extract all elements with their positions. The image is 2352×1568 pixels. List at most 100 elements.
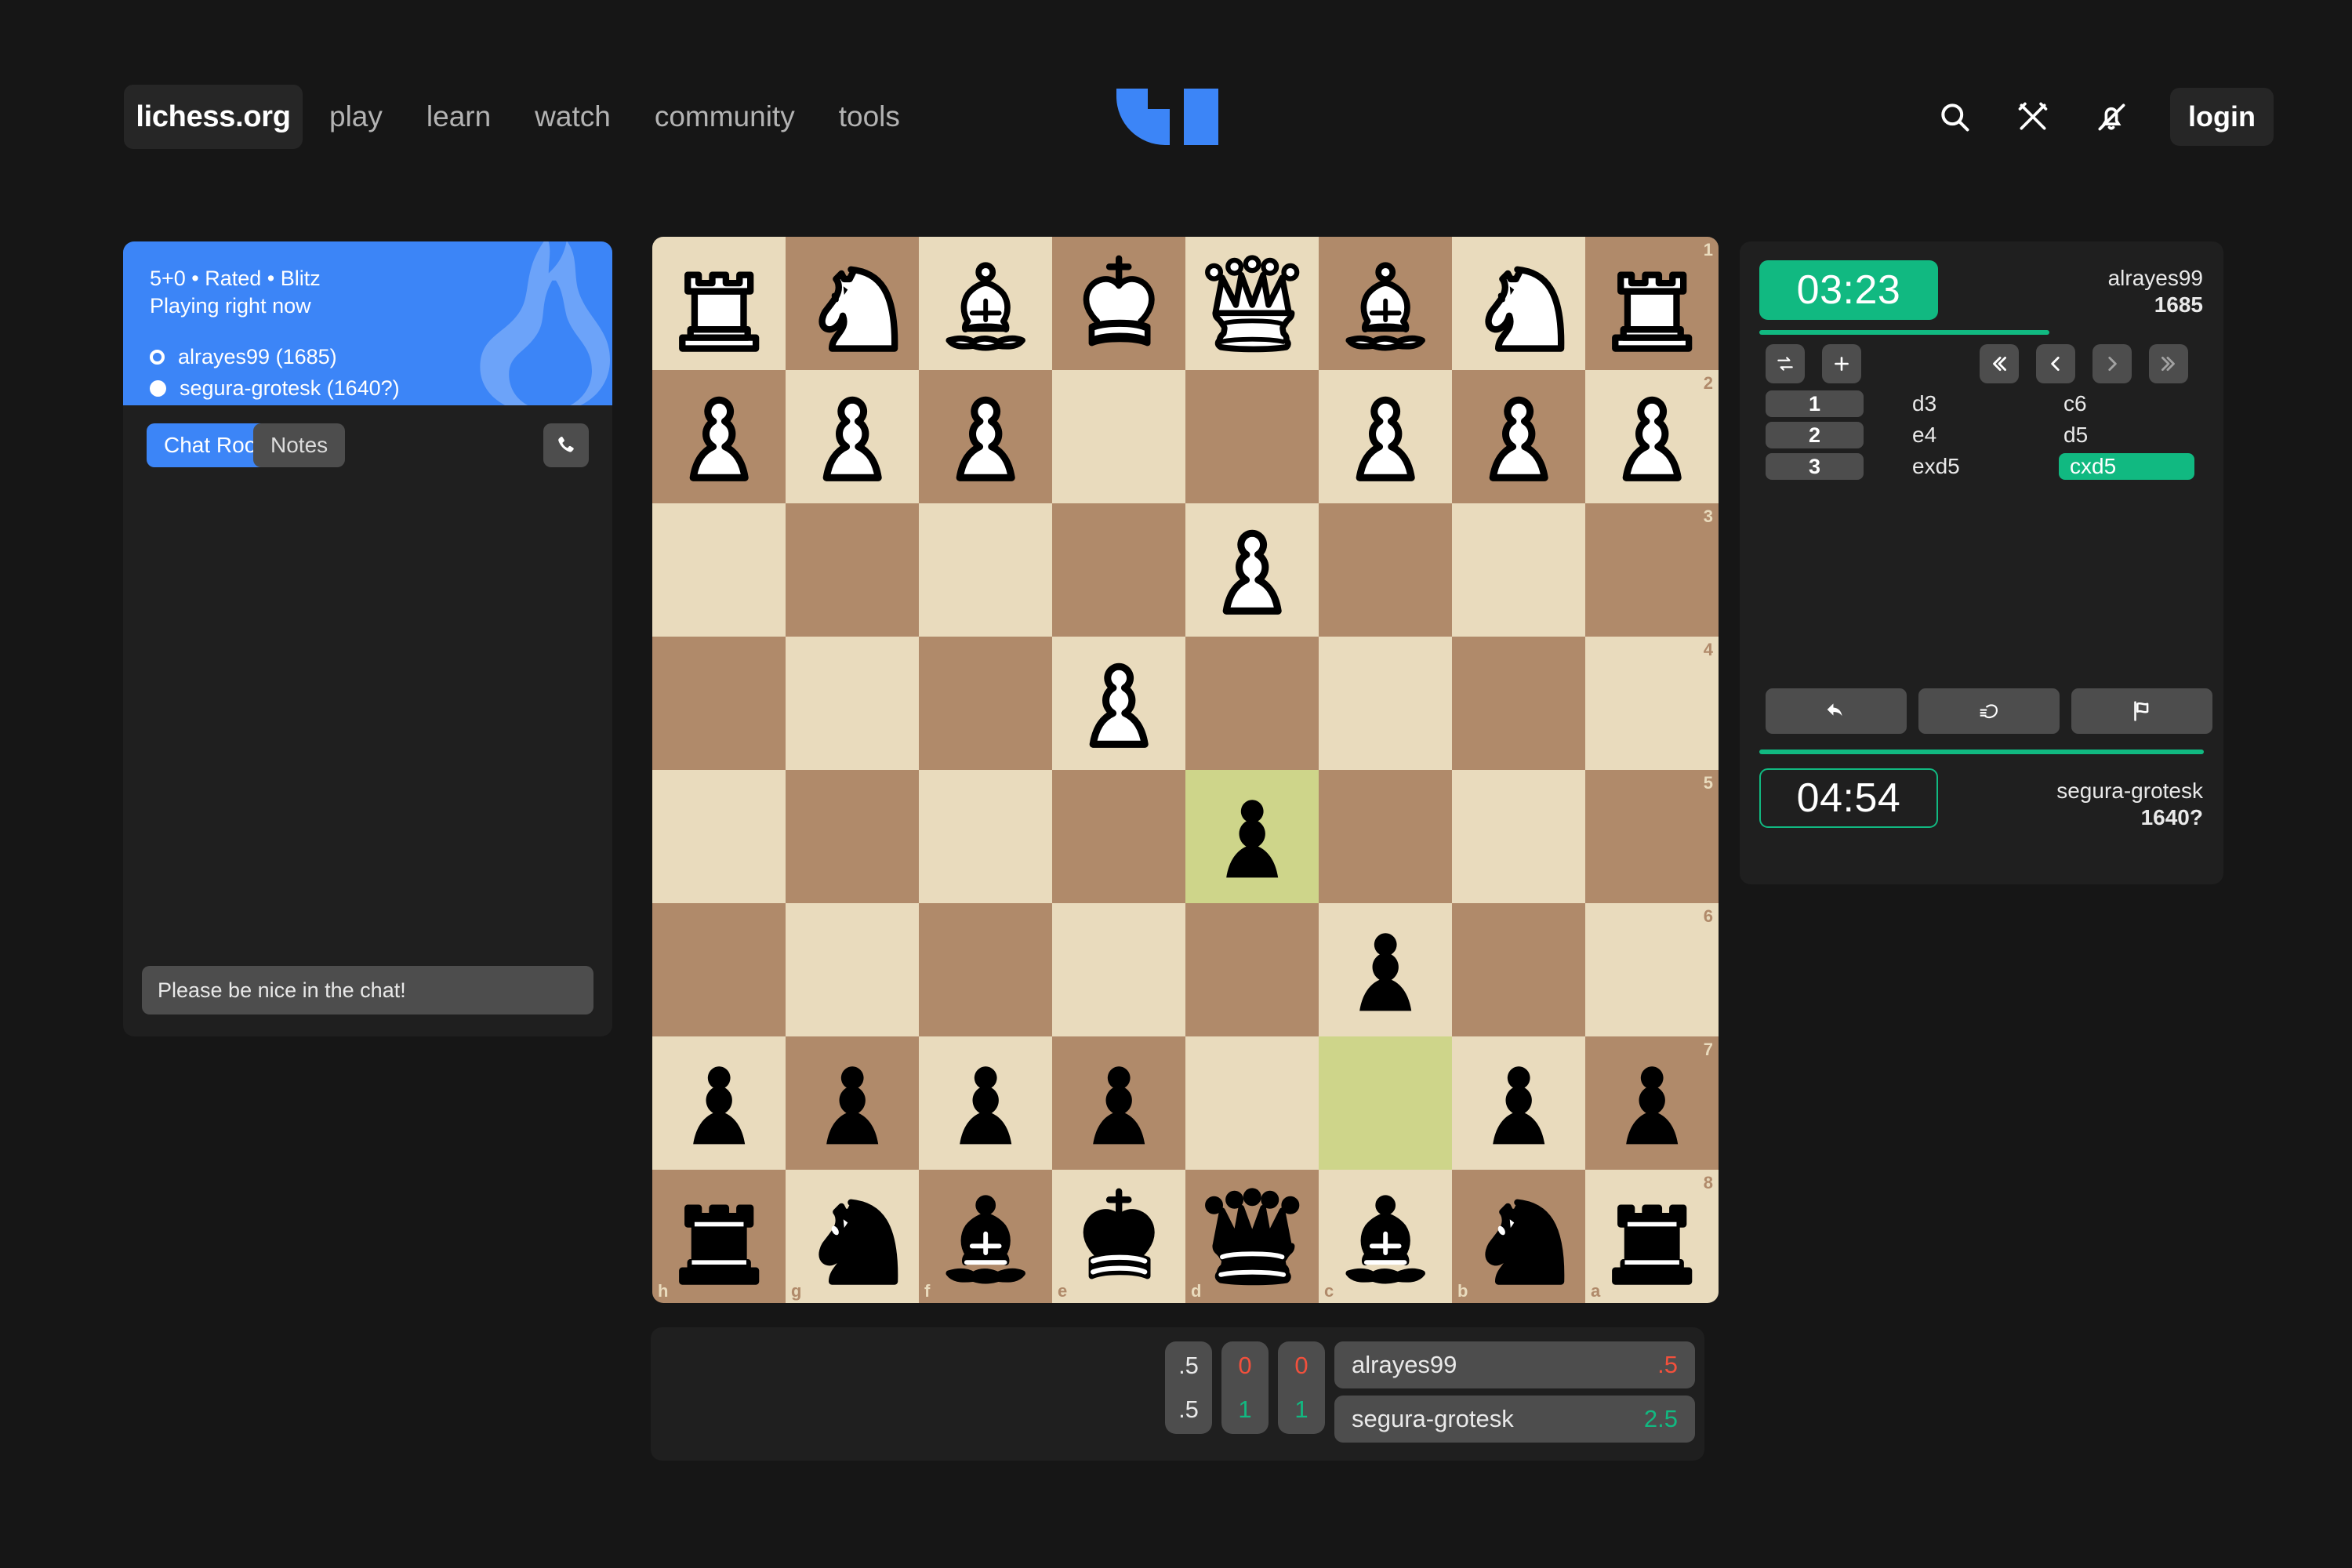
brand-logo-button[interactable]: lichess.org [124, 85, 303, 149]
board-square-d1[interactable] [1185, 237, 1319, 370]
banner-white-player[interactable]: alrayes99 (1685) [150, 341, 400, 372]
board-square-e3[interactable] [1052, 503, 1185, 637]
piece-wP-g2[interactable] [786, 370, 919, 503]
piece-bR-h8[interactable] [652, 1170, 786, 1303]
board-square-c2[interactable] [1319, 370, 1452, 503]
board-square-a2[interactable]: 2 [1585, 370, 1719, 503]
board-square-b6[interactable] [1452, 903, 1585, 1036]
board-square-b1[interactable] [1452, 237, 1585, 370]
board-square-c8[interactable]: c [1319, 1170, 1452, 1303]
piece-wB-f1[interactable] [919, 237, 1052, 370]
piece-bK-e8[interactable] [1052, 1170, 1185, 1303]
board-square-f4[interactable] [919, 637, 1052, 770]
piece-wP-a2[interactable] [1585, 370, 1719, 503]
board-square-b2[interactable] [1452, 370, 1585, 503]
board-square-b4[interactable] [1452, 637, 1585, 770]
board-square-e7[interactable] [1052, 1036, 1185, 1170]
board-square-a7[interactable]: 7 [1585, 1036, 1719, 1170]
board-square-f8[interactable]: f [919, 1170, 1052, 1303]
login-button[interactable]: login [2170, 88, 2274, 146]
board-square-h1[interactable] [652, 237, 786, 370]
piece-wP-c2[interactable] [1319, 370, 1452, 503]
piece-bB-c8[interactable] [1319, 1170, 1452, 1303]
game-info-banner[interactable]: 5+0 • Rated • Blitz Playing right now al… [123, 241, 612, 405]
piece-bP-b7[interactable] [1452, 1036, 1585, 1170]
board-square-f7[interactable] [919, 1036, 1052, 1170]
nav-link-tools[interactable]: tools [839, 100, 900, 133]
board-square-f1[interactable] [919, 237, 1052, 370]
nav-link-play[interactable]: play [329, 100, 383, 133]
score-player-row[interactable]: alrayes99 .5 [1334, 1341, 1695, 1388]
board-square-h4[interactable] [652, 637, 786, 770]
move-black[interactable]: cxd5 [2059, 453, 2194, 480]
banner-black-player[interactable]: segura-grotesk (1640?) [150, 372, 400, 404]
board-square-b7[interactable] [1452, 1036, 1585, 1170]
move-white[interactable]: exd5 [1912, 453, 1960, 480]
board-square-e6[interactable] [1052, 903, 1185, 1036]
board-square-h2[interactable] [652, 370, 786, 503]
move-white[interactable]: d3 [1912, 390, 1936, 417]
piece-bP-c6[interactable] [1319, 903, 1452, 1036]
board-square-b8[interactable]: b [1452, 1170, 1585, 1303]
move-black[interactable]: d5 [2063, 422, 2088, 448]
prev-move-icon[interactable] [2036, 344, 2075, 383]
board-square-h5[interactable] [652, 770, 786, 903]
piece-wR-a1[interactable] [1585, 237, 1719, 370]
nav-link-community[interactable]: community [655, 100, 795, 133]
tab-notes[interactable]: Notes [253, 423, 346, 467]
board-square-a8[interactable]: 8a [1585, 1170, 1719, 1303]
first-move-icon[interactable] [1980, 344, 2019, 383]
piece-wR-h1[interactable] [652, 237, 786, 370]
board-square-g2[interactable] [786, 370, 919, 503]
phone-icon[interactable] [543, 423, 589, 467]
score-player-row[interactable]: segura-grotesk 2.5 [1334, 1396, 1695, 1443]
piece-wK-e1[interactable] [1052, 237, 1185, 370]
board-square-a6[interactable]: 6 [1585, 903, 1719, 1036]
nav-link-watch[interactable]: watch [535, 100, 611, 133]
piece-wP-d3[interactable] [1185, 503, 1319, 637]
piece-wN-g1[interactable] [786, 237, 919, 370]
board-square-h7[interactable] [652, 1036, 786, 1170]
board-square-e1[interactable] [1052, 237, 1185, 370]
board-square-e2[interactable] [1052, 370, 1185, 503]
piece-bQ-d8[interactable] [1185, 1170, 1319, 1303]
lichess-logo-icon[interactable] [1116, 89, 1218, 145]
board-square-d4[interactable] [1185, 637, 1319, 770]
piece-bP-d5[interactable] [1185, 770, 1319, 903]
board-square-a1[interactable]: 1 [1585, 237, 1719, 370]
crossed-swords-icon[interactable] [2013, 97, 2053, 136]
piece-bP-a7[interactable] [1585, 1036, 1719, 1170]
offer-draw-icon[interactable] [1918, 688, 2060, 734]
board-square-f2[interactable] [919, 370, 1052, 503]
piece-bR-a8[interactable] [1585, 1170, 1719, 1303]
last-move-icon[interactable] [2149, 344, 2188, 383]
piece-bP-e7[interactable] [1052, 1036, 1185, 1170]
piece-bN-g8[interactable] [786, 1170, 919, 1303]
move-white[interactable]: e4 [1912, 422, 1936, 448]
board-square-d7[interactable] [1185, 1036, 1319, 1170]
board-square-b5[interactable] [1452, 770, 1585, 903]
chat-input[interactable] [142, 966, 593, 1014]
board-square-h3[interactable] [652, 503, 786, 637]
board-square-c7[interactable] [1319, 1036, 1452, 1170]
board-square-d2[interactable] [1185, 370, 1319, 503]
board-square-c6[interactable] [1319, 903, 1452, 1036]
board-square-g1[interactable] [786, 237, 919, 370]
score-cell[interactable]: 1 [1238, 1392, 1251, 1428]
board-square-c4[interactable] [1319, 637, 1452, 770]
resign-flag-icon[interactable] [2071, 688, 2212, 734]
piece-wP-h2[interactable] [652, 370, 786, 503]
score-cell[interactable]: 0 [1238, 1348, 1251, 1384]
board-square-e4[interactable] [1052, 637, 1185, 770]
board-square-g4[interactable] [786, 637, 919, 770]
board-square-e8[interactable]: e [1052, 1170, 1185, 1303]
piece-bB-f8[interactable] [919, 1170, 1052, 1303]
board-square-b3[interactable] [1452, 503, 1585, 637]
piece-bN-b8[interactable] [1452, 1170, 1585, 1303]
board-square-a5[interactable]: 5 [1585, 770, 1719, 903]
score-cell[interactable]: 1 [1294, 1392, 1308, 1428]
piece-wQ-d1[interactable] [1185, 237, 1319, 370]
piece-wP-b2[interactable] [1452, 370, 1585, 503]
board-square-d3[interactable] [1185, 503, 1319, 637]
board-square-d5[interactable] [1185, 770, 1319, 903]
